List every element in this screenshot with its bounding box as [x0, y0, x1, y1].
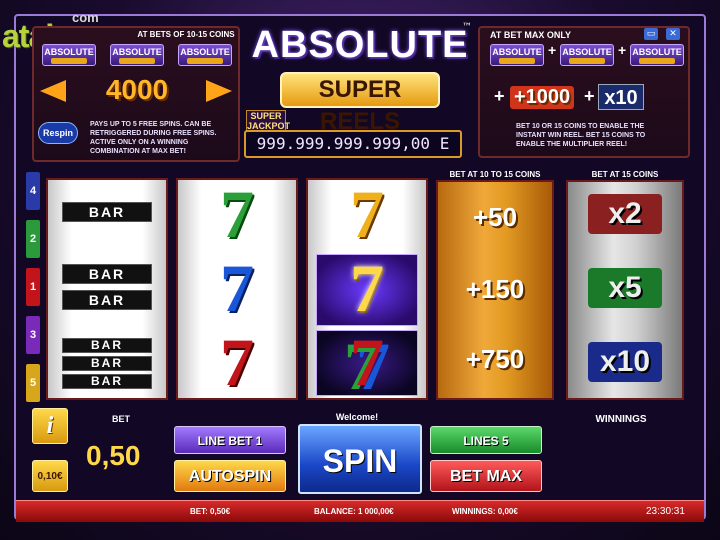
autospin-button[interactable]: AUTOSPIN [174, 460, 286, 492]
super-jackpot-label: SUPER JACKPOT [246, 110, 291, 132]
status-time: 23:30:31 [646, 506, 685, 517]
instant-prize: +50 [472, 202, 518, 232]
gold-seven-lightning-symbol: 7 [350, 250, 384, 326]
instant-prize: +750 [465, 344, 525, 374]
max-bet-multiplier: x10 [598, 84, 644, 110]
status-bet: BET: 0,50€ [190, 507, 231, 516]
multiplier-x2: x2 [588, 194, 662, 234]
plus-sign-2: + [618, 42, 627, 58]
reel-3: 7 7 7 [306, 178, 428, 400]
winnings-label: WINNINGS [595, 414, 647, 425]
green-seven-symbol: 7 [220, 176, 254, 252]
bet-max-button[interactable]: BET MAX [430, 460, 542, 492]
trademark: ™ [462, 22, 472, 33]
info-button[interactable]: i [32, 408, 68, 444]
plus-sign-4: + [584, 86, 595, 106]
reel-1: BAR BAR BAR BAR BAR BAR [46, 178, 168, 400]
status-bar: BET: 0,50€ BALANCE: 1 000,00€ WINNINGS: … [16, 500, 704, 522]
absolute-mini-logo-1: ABSOLUTE [42, 44, 96, 66]
bar-symbol: BAR [62, 338, 152, 353]
multiplier-x5: x5 [588, 268, 662, 308]
max-bet-value: +1000 [510, 86, 575, 109]
instant-win-title: BET AT 10 TO 15 COINS [449, 170, 541, 179]
absolute-mini-logo-6: ABSOLUTE [630, 44, 684, 66]
line-bet-button[interactable]: LINE BET 1 [174, 426, 286, 454]
bet-value: 0,50 [86, 440, 141, 471]
payline-5-indicator[interactable]: 5 [26, 364, 40, 402]
max-bet-panel-title: AT BET MAX ONLY [490, 30, 572, 40]
bar-symbol: BAR [62, 356, 152, 371]
respin-info-panel: AT BETS OF 10-15 COINS ABSOLUTE ABSOLUTE… [32, 26, 240, 162]
spin-button[interactable]: SPIN [298, 424, 422, 494]
arrow-right-icon [206, 80, 232, 102]
game-title: ABSOLUTE ™ SUPER REELS SUPER JACKPOT 999… [244, 18, 476, 162]
reel-2: 7 7 7 [176, 178, 298, 400]
respin-panel-title: AT BETS OF 10-15 COINS [137, 30, 235, 39]
bar-symbol: BAR [62, 290, 152, 310]
lines-button[interactable]: LINES 5 [430, 426, 542, 454]
max-bet-info-panel: AT BET MAX ONLY ▭ ✕ ABSOLUTE + ABSOLUTE … [478, 26, 690, 158]
payline-3-indicator[interactable]: 3 [26, 316, 40, 354]
plus-sign-1: + [548, 42, 557, 58]
instant-win-reel: +50 +150 +750 [436, 180, 554, 400]
plus-sign-3: + [494, 86, 505, 106]
payline-1-indicator[interactable]: 1 [26, 268, 40, 306]
multiplier-x10: x10 [588, 342, 662, 382]
bar-symbol: BAR [62, 264, 152, 284]
absolute-mini-logo-2: ABSOLUTE [110, 44, 164, 66]
payline-4-indicator[interactable]: 4 [26, 172, 40, 210]
bar-symbol: BAR [62, 202, 152, 222]
respin-badge: Respin [38, 122, 78, 144]
title-super-reels: SUPER REELS [280, 72, 440, 135]
gold-seven-symbol: 7 [350, 176, 384, 252]
bar-symbol: BAR [62, 374, 152, 389]
info-icon: i [46, 413, 54, 439]
absolute-mini-logo-4: ABSOLUTE [490, 44, 544, 66]
minimize-button[interactable]: ▭ [644, 28, 658, 40]
jackpot-value: 999.999.999.999,00 E [244, 130, 462, 158]
max-bet-description: BET 10 OR 15 COINS TO ENABLE THE INSTANT… [516, 123, 646, 148]
multiplier-reel: x2 x5 x10 [566, 180, 684, 400]
multiplier-title: BET AT 15 COINS [591, 170, 659, 179]
blue-seven-symbol: 7 [220, 250, 254, 326]
status-balance: BALANCE: 1 000,00€ [314, 507, 394, 516]
title-absolute: ABSOLUTE [251, 24, 469, 66]
bet-label: BET [112, 414, 130, 424]
close-button[interactable]: ✕ [666, 28, 680, 40]
status-winnings: WINNINGS: 0,00€ [452, 507, 518, 516]
arrow-left-icon [40, 80, 66, 102]
welcome-message: Welcome! [335, 412, 379, 422]
respin-description: PAYS UP TO 5 FREE SPINS. CAN BE RETRIGGE… [90, 121, 217, 155]
mixed-seven-symbol: 7 [350, 324, 384, 400]
coin-value-button[interactable]: 0,10€ [32, 460, 68, 492]
instant-prize: +150 [465, 274, 525, 304]
absolute-mini-logo-5: ABSOLUTE [560, 44, 614, 66]
payline-2-indicator[interactable]: 2 [26, 220, 40, 258]
absolute-mini-logo-3: ABSOLUTE [178, 44, 232, 66]
red-seven-symbol: 7 [220, 324, 254, 400]
respin-value: 4000 [105, 74, 169, 105]
